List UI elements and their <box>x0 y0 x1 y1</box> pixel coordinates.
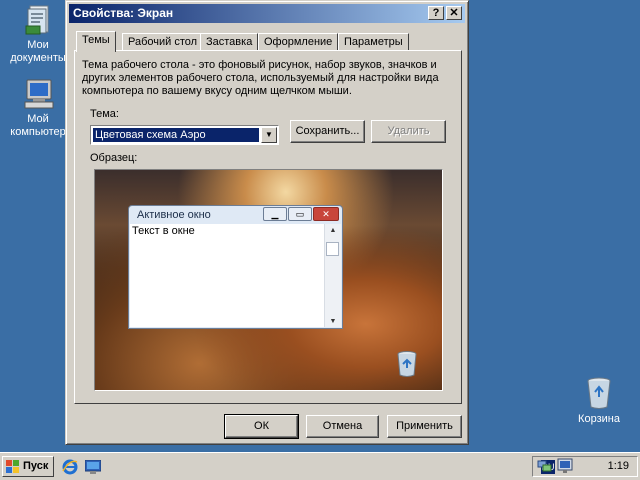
cancel-button[interactable]: Отмена <box>306 415 379 438</box>
system-tray: 1:19 <box>532 456 638 477</box>
my-computer-icon <box>24 79 54 109</box>
windows-flag-icon <box>6 460 19 473</box>
my-computer-shortcut[interactable]: Мой компьютер <box>2 78 74 139</box>
tab-desktop[interactable]: Рабочий стол <box>122 33 204 51</box>
start-label: Пуск <box>23 460 49 472</box>
sample-label: Образец: <box>90 152 138 164</box>
close-icon: ✕ <box>313 207 339 221</box>
scroll-down-icon: ▼ <box>329 318 337 325</box>
show-desktop-icon[interactable] <box>85 460 101 474</box>
theme-select[interactable]: Цветовая схема Аэро ▼ <box>90 125 279 145</box>
preview-recycle-bin-icon <box>397 351 417 377</box>
minimize-icon: ▁ <box>263 207 287 221</box>
preview-window-text: Текст в окне <box>132 225 195 237</box>
clock[interactable]: 1:19 <box>608 460 629 472</box>
my-documents-label: Мои документы <box>10 39 66 64</box>
network-icon[interactable] <box>537 458 553 474</box>
themes-description: Тема рабочего стола - это фоновый рисуно… <box>82 59 439 97</box>
preview-active-window: Активное окно ▁ ▭ ✕ Текст в окне ▲ ▼ <box>128 205 343 329</box>
help-button[interactable]: ? <box>428 6 444 20</box>
display-properties-dialog: Свойства: Экран ? ✕ Темы Рабочий стол За… <box>65 0 469 445</box>
tab-screensaver[interactable]: Заставка <box>200 33 259 51</box>
ok-button[interactable]: ОК <box>224 414 299 439</box>
start-button[interactable]: Пуск <box>2 456 54 477</box>
recycle-bin-icon <box>587 377 611 409</box>
dialog-title: Свойства: Экран <box>73 6 174 20</box>
tab-themes[interactable]: Темы <box>76 31 116 52</box>
chevron-down-icon[interactable]: ▼ <box>261 127 277 143</box>
my-computer-label: Мой компьютер <box>10 113 66 138</box>
save-theme-button[interactable]: Сохранить... <box>290 120 365 143</box>
tab-appearance[interactable]: Оформление <box>258 33 339 51</box>
my-documents-icon <box>25 5 49 35</box>
scroll-up-icon: ▲ <box>329 227 337 234</box>
theme-preview: Активное окно ▁ ▭ ✕ Текст в окне ▲ ▼ <box>94 169 443 391</box>
preview-window-buttons: ▁ ▭ ✕ <box>262 207 339 221</box>
taskbar: Пуск RU 1:19 <box>0 452 640 480</box>
preview-window-body: Текст в окне ▲ ▼ <box>130 224 341 327</box>
my-documents-shortcut[interactable]: Мои документы <box>2 4 74 65</box>
theme-select-value: Цветовая схема Аэро <box>93 128 259 142</box>
internet-explorer-icon[interactable] <box>62 459 78 475</box>
preview-scrollbar: ▲ ▼ <box>324 224 341 327</box>
preview-window-title: Активное окно <box>137 209 211 221</box>
maximize-icon: ▭ <box>288 207 312 221</box>
tab-settings[interactable]: Параметры <box>338 33 409 51</box>
close-icon: ✕ <box>449 7 459 19</box>
close-button[interactable]: ✕ <box>446 6 462 20</box>
scroll-thumb <box>326 242 339 256</box>
display-icon[interactable] <box>557 458 573 474</box>
apply-button[interactable]: Применить <box>387 415 462 438</box>
recycle-bin-label: Корзина <box>578 413 620 425</box>
recycle-bin-shortcut[interactable]: Корзина <box>563 376 635 426</box>
theme-label: Тема: <box>90 108 119 120</box>
delete-theme-button[interactable]: Удалить <box>371 120 446 143</box>
dialog-titlebar[interactable]: Свойства: Экран ? ✕ <box>69 4 465 23</box>
